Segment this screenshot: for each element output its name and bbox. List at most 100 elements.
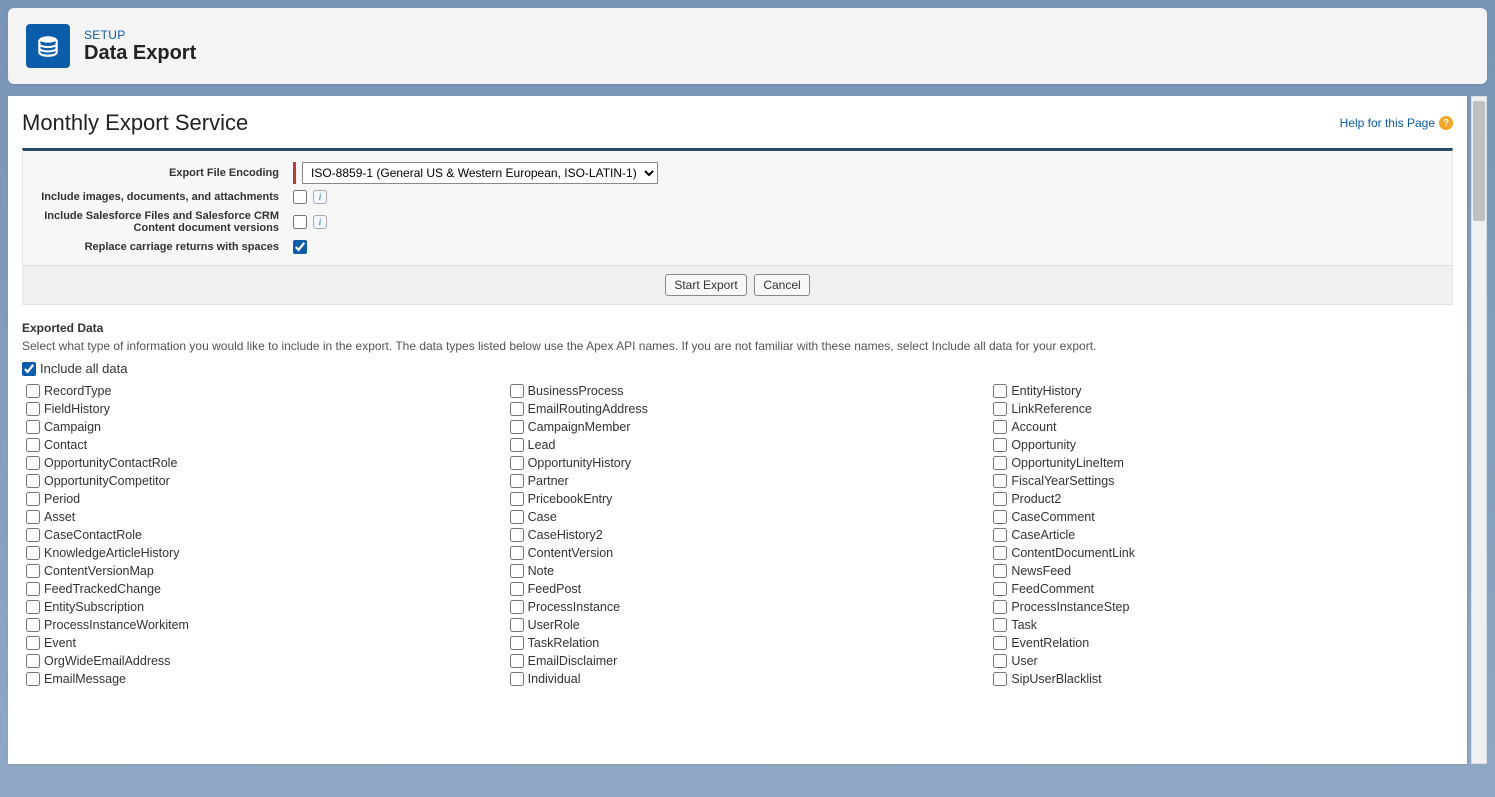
data-type-label: ProcessInstanceStep xyxy=(1011,600,1129,614)
data-type-checkbox[interactable] xyxy=(993,636,1007,650)
data-type-checkbox[interactable] xyxy=(993,618,1007,632)
scrollbar-thumb[interactable] xyxy=(1473,101,1485,221)
data-type-item: FeedPost xyxy=(506,580,970,598)
data-type-checkbox[interactable] xyxy=(26,492,40,506)
data-type-checkbox[interactable] xyxy=(510,582,524,596)
data-type-checkbox[interactable] xyxy=(510,420,524,434)
data-type-checkbox[interactable] xyxy=(510,438,524,452)
include-attachments-checkbox[interactable] xyxy=(293,190,307,204)
data-type-checkbox[interactable] xyxy=(26,600,40,614)
data-type-checkbox[interactable] xyxy=(26,582,40,596)
data-type-checkbox[interactable] xyxy=(510,546,524,560)
data-type-item: NewsFeed xyxy=(989,562,1453,580)
data-type-checkbox[interactable] xyxy=(510,636,524,650)
data-type-item: Asset xyxy=(22,508,486,526)
data-type-item: Period xyxy=(22,490,486,508)
data-type-checkbox[interactable] xyxy=(26,564,40,578)
data-type-checkbox[interactable] xyxy=(26,438,40,452)
data-type-checkbox[interactable] xyxy=(993,564,1007,578)
data-type-label: SipUserBlacklist xyxy=(1011,672,1101,686)
data-type-checkbox[interactable] xyxy=(26,672,40,686)
data-type-checkbox[interactable] xyxy=(510,474,524,488)
data-type-label: Opportunity xyxy=(1011,438,1076,452)
data-type-checkbox[interactable] xyxy=(510,564,524,578)
info-icon[interactable]: i xyxy=(313,190,327,204)
data-type-checkbox[interactable] xyxy=(26,546,40,560)
data-type-checkbox[interactable] xyxy=(993,492,1007,506)
data-type-checkbox[interactable] xyxy=(26,510,40,524)
start-export-button[interactable]: Start Export xyxy=(665,274,746,296)
data-type-item: OpportunityHistory xyxy=(506,454,970,472)
encoding-select[interactable]: ISO-8859-1 (General US & Western Europea… xyxy=(302,162,658,184)
data-type-checkbox[interactable] xyxy=(510,492,524,506)
data-type-checkbox[interactable] xyxy=(510,456,524,470)
data-type-checkbox[interactable] xyxy=(26,618,40,632)
data-type-checkbox[interactable] xyxy=(510,654,524,668)
exported-data-description: Select what type of information you woul… xyxy=(22,339,1453,353)
data-type-checkbox[interactable] xyxy=(993,582,1007,596)
include-all-checkbox[interactable] xyxy=(22,362,36,376)
data-type-checkbox[interactable] xyxy=(993,600,1007,614)
data-type-checkbox[interactable] xyxy=(26,384,40,398)
data-type-checkbox[interactable] xyxy=(993,438,1007,452)
data-type-checkbox[interactable] xyxy=(26,456,40,470)
data-type-checkbox[interactable] xyxy=(993,474,1007,488)
data-type-checkbox[interactable] xyxy=(26,636,40,650)
data-type-checkbox[interactable] xyxy=(26,528,40,542)
data-type-label: Case xyxy=(528,510,557,524)
data-type-checkbox[interactable] xyxy=(510,618,524,632)
help-link[interactable]: Help for this Page ? xyxy=(1340,116,1453,130)
data-type-checkbox[interactable] xyxy=(993,402,1007,416)
replace-cr-checkbox[interactable] xyxy=(293,240,307,254)
vertical-scrollbar[interactable] xyxy=(1471,96,1487,764)
data-type-checkbox[interactable] xyxy=(993,528,1007,542)
data-type-item: Individual xyxy=(506,670,970,688)
data-type-item: EntityHistory xyxy=(989,382,1453,400)
data-type-checkbox[interactable] xyxy=(993,672,1007,686)
data-type-checkbox[interactable] xyxy=(510,528,524,542)
data-type-checkbox[interactable] xyxy=(993,546,1007,560)
cancel-button[interactable]: Cancel xyxy=(754,274,809,296)
data-type-checkbox[interactable] xyxy=(510,402,524,416)
data-type-item: CampaignMember xyxy=(506,418,970,436)
data-type-checkbox[interactable] xyxy=(993,384,1007,398)
data-type-label: OpportunityLineItem xyxy=(1011,456,1124,470)
data-type-checkbox[interactable] xyxy=(510,510,524,524)
data-type-checkbox[interactable] xyxy=(510,672,524,686)
data-type-checkbox[interactable] xyxy=(510,384,524,398)
data-type-item: User xyxy=(989,652,1453,670)
data-type-checkbox[interactable] xyxy=(26,402,40,416)
export-options-panel: Export File Encoding ISO-8859-1 (General… xyxy=(22,148,1453,265)
data-type-item: TaskRelation xyxy=(506,634,970,652)
info-icon[interactable]: i xyxy=(313,215,327,229)
data-type-checkbox[interactable] xyxy=(26,474,40,488)
data-type-item: FiscalYearSettings xyxy=(989,472,1453,490)
data-type-checkbox[interactable] xyxy=(993,456,1007,470)
include-files-checkbox[interactable] xyxy=(293,215,307,229)
exported-data-heading: Exported Data xyxy=(22,321,1453,335)
data-type-label: Campaign xyxy=(44,420,101,434)
data-type-label: ProcessInstance xyxy=(528,600,620,614)
data-type-item: ProcessInstanceStep xyxy=(989,598,1453,616)
data-type-item: RecordType xyxy=(22,382,486,400)
content-card: Monthly Export Service Help for this Pag… xyxy=(8,96,1467,764)
help-link-text: Help for this Page xyxy=(1340,116,1435,130)
data-type-checkbox[interactable] xyxy=(993,420,1007,434)
data-type-item: Opportunity xyxy=(989,436,1453,454)
data-type-checkbox[interactable] xyxy=(993,654,1007,668)
header-card: SETUP Data Export xyxy=(8,8,1487,84)
data-type-label: Lead xyxy=(528,438,556,452)
data-type-checkbox[interactable] xyxy=(993,510,1007,524)
data-type-item: Account xyxy=(989,418,1453,436)
data-type-label: Task xyxy=(1011,618,1037,632)
data-type-label: Asset xyxy=(44,510,75,524)
data-type-label: CaseHistory2 xyxy=(528,528,603,542)
data-type-checkbox[interactable] xyxy=(26,654,40,668)
data-type-checkbox[interactable] xyxy=(26,420,40,434)
data-type-label: FieldHistory xyxy=(44,402,110,416)
data-type-item: Contact xyxy=(22,436,486,454)
data-type-item: Note xyxy=(506,562,970,580)
data-type-checkbox[interactable] xyxy=(510,600,524,614)
data-type-label: EntityHistory xyxy=(1011,384,1081,398)
data-type-item: Partner xyxy=(506,472,970,490)
